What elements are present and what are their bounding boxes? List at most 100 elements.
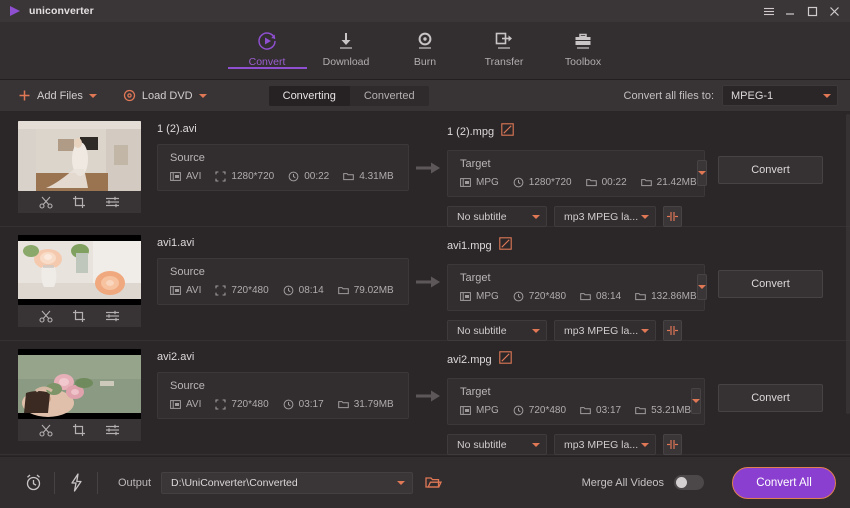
format-select[interactable]: MPEG-1 [722, 85, 838, 106]
alarm-clock-icon[interactable] [18, 473, 48, 492]
chevron-down-icon [697, 285, 706, 289]
folder-icon [343, 173, 355, 181]
video-file-icon [170, 172, 181, 181]
minimize-icon[interactable] [784, 5, 797, 18]
convert-button[interactable]: Convert [718, 384, 823, 412]
table-row[interactable]: avi2.avi Source AVI 720*480 03:17 31.79M… [0, 341, 850, 455]
source-duration: 00:22 [288, 171, 329, 182]
trim-icon[interactable] [39, 195, 53, 209]
edit-pencil-icon[interactable] [501, 123, 514, 141]
convert-button[interactable]: Convert [718, 156, 823, 184]
subtitle-value: No subtitle [457, 210, 507, 223]
download-arrow-icon [335, 30, 357, 52]
target-preset-button[interactable] [696, 160, 707, 186]
source-size: 79.02MB [337, 285, 394, 296]
nav-item-toolbox[interactable]: Toolbox [544, 22, 623, 68]
nav-label-burn: Burn [413, 56, 437, 68]
load-dvd-chevron-down-icon[interactable] [198, 93, 207, 98]
output-chevron-down-icon[interactable] [397, 480, 406, 485]
add-files-chevron-down-icon[interactable] [88, 93, 97, 98]
crop-icon[interactable] [72, 423, 86, 437]
hamburger-menu-icon[interactable] [762, 5, 775, 18]
add-audio-track-icon[interactable] [663, 206, 682, 227]
target-size: 132.86MB [635, 291, 697, 302]
effect-icon[interactable] [105, 423, 120, 437]
effect-icon[interactable] [105, 309, 120, 323]
tab-converting[interactable]: Converting [268, 85, 350, 106]
target-preset-button[interactable] [691, 388, 702, 414]
crop-icon[interactable] [72, 195, 86, 209]
table-row[interactable]: avi1.avi Source AVI 720*480 08:14 79.02M… [0, 227, 850, 341]
merge-all-videos-toggle[interactable] [674, 475, 704, 490]
nav-item-burn[interactable]: Burn [386, 22, 465, 68]
edit-pencil-icon[interactable] [498, 351, 512, 369]
thumbnail-tools [18, 305, 141, 327]
video-file-icon [460, 406, 471, 415]
resolution-icon [215, 399, 226, 410]
nav-item-convert[interactable]: Convert [227, 22, 307, 69]
audio-chevron-down-icon [641, 214, 649, 219]
nav-item-download[interactable]: Download [307, 22, 386, 68]
target-preset-button[interactable] [696, 274, 707, 300]
convert-all-button[interactable]: Convert All [732, 466, 836, 499]
trim-icon[interactable] [39, 423, 53, 437]
source-resolution: 720*480 [215, 399, 269, 410]
output-path-input[interactable]: D:\UniConverter\Converted [161, 471, 414, 494]
folder-icon [337, 287, 349, 295]
source-column: avi1.avi Source AVI 720*480 08:14 79.02M… [141, 235, 409, 340]
chevron-down-icon [697, 171, 706, 175]
add-audio-track-icon[interactable] [663, 320, 682, 341]
format-select-value: MPEG-1 [731, 89, 774, 102]
source-info-box: Source AVI 720*480 08:14 79.02MB [157, 258, 409, 305]
load-dvd-button[interactable]: Load DVD [123, 89, 207, 102]
clock-icon [513, 405, 524, 416]
source-column: avi2.avi Source AVI 720*480 03:17 31.79M… [141, 349, 409, 454]
add-files-button[interactable]: Add Files [18, 89, 97, 102]
source-format: AVI [170, 285, 201, 296]
edit-pencil-icon[interactable] [498, 237, 512, 255]
audio-select[interactable]: mp3 MPEG la... [554, 434, 656, 455]
target-resolution: 720*480 [513, 405, 566, 416]
target-filename: 1 (2).mpg [447, 126, 495, 138]
trim-icon[interactable] [39, 309, 53, 323]
open-folder-icon[interactable] [425, 475, 443, 490]
file-list[interactable]: 1 (2).avi Source AVI 1280*720 00:22 4.31… [0, 112, 850, 456]
target-section-label: Target [460, 158, 491, 170]
effect-icon[interactable] [105, 195, 120, 209]
target-format: MPG [460, 177, 499, 188]
peach-roses-in-vase-thumbnail[interactable] [18, 235, 141, 305]
add-audio-track-icon[interactable] [663, 434, 682, 455]
subtitle-select[interactable]: No subtitle [447, 434, 547, 455]
subtitle-select[interactable]: No subtitle [447, 320, 547, 341]
convert-all-format-group: Convert all files to: MPEG-1 [624, 85, 838, 106]
table-row[interactable]: 1 (2).avi Source AVI 1280*720 00:22 4.31… [0, 113, 850, 227]
bride-in-wedding-dress-thumbnail[interactable] [18, 121, 141, 191]
nav-item-transfer[interactable]: Transfer [465, 22, 544, 68]
source-filename: 1 (2).avi [157, 123, 197, 135]
source-duration: 03:17 [283, 399, 324, 410]
disc-icon [123, 89, 136, 102]
audio-select[interactable]: mp3 MPEG la... [554, 206, 656, 227]
scrollbar[interactable] [846, 114, 850, 414]
maximize-icon[interactable] [806, 5, 819, 18]
source-format: AVI [170, 399, 201, 410]
lightning-bolt-icon[interactable] [61, 473, 91, 492]
target-column: avi1.mpg Target MPG 720*480 08:14 132.86… [447, 235, 838, 341]
crop-icon[interactable] [72, 309, 86, 323]
target-info-box: Target MPG 1280*720 00:22 21.42MB [447, 150, 707, 197]
close-icon[interactable] [828, 5, 841, 18]
woman-with-pink-roses-thumbnail[interactable] [18, 349, 141, 419]
convert-button[interactable]: Convert [718, 270, 823, 298]
right-arrow-icon [416, 390, 440, 402]
target-duration: 08:14 [580, 291, 621, 302]
conversion-arrow [409, 349, 447, 454]
source-duration: 08:14 [283, 285, 324, 296]
divider [54, 471, 55, 494]
convert-refresh-play-icon [256, 30, 278, 52]
transfer-device-icon [493, 30, 515, 52]
source-info-box: Source AVI 1280*720 00:22 4.31MB [157, 144, 409, 191]
subtitle-select[interactable]: No subtitle [447, 206, 547, 227]
audio-select[interactable]: mp3 MPEG la... [554, 320, 656, 341]
tab-converted[interactable]: Converted [350, 86, 429, 106]
subtitle-value: No subtitle [457, 438, 507, 451]
